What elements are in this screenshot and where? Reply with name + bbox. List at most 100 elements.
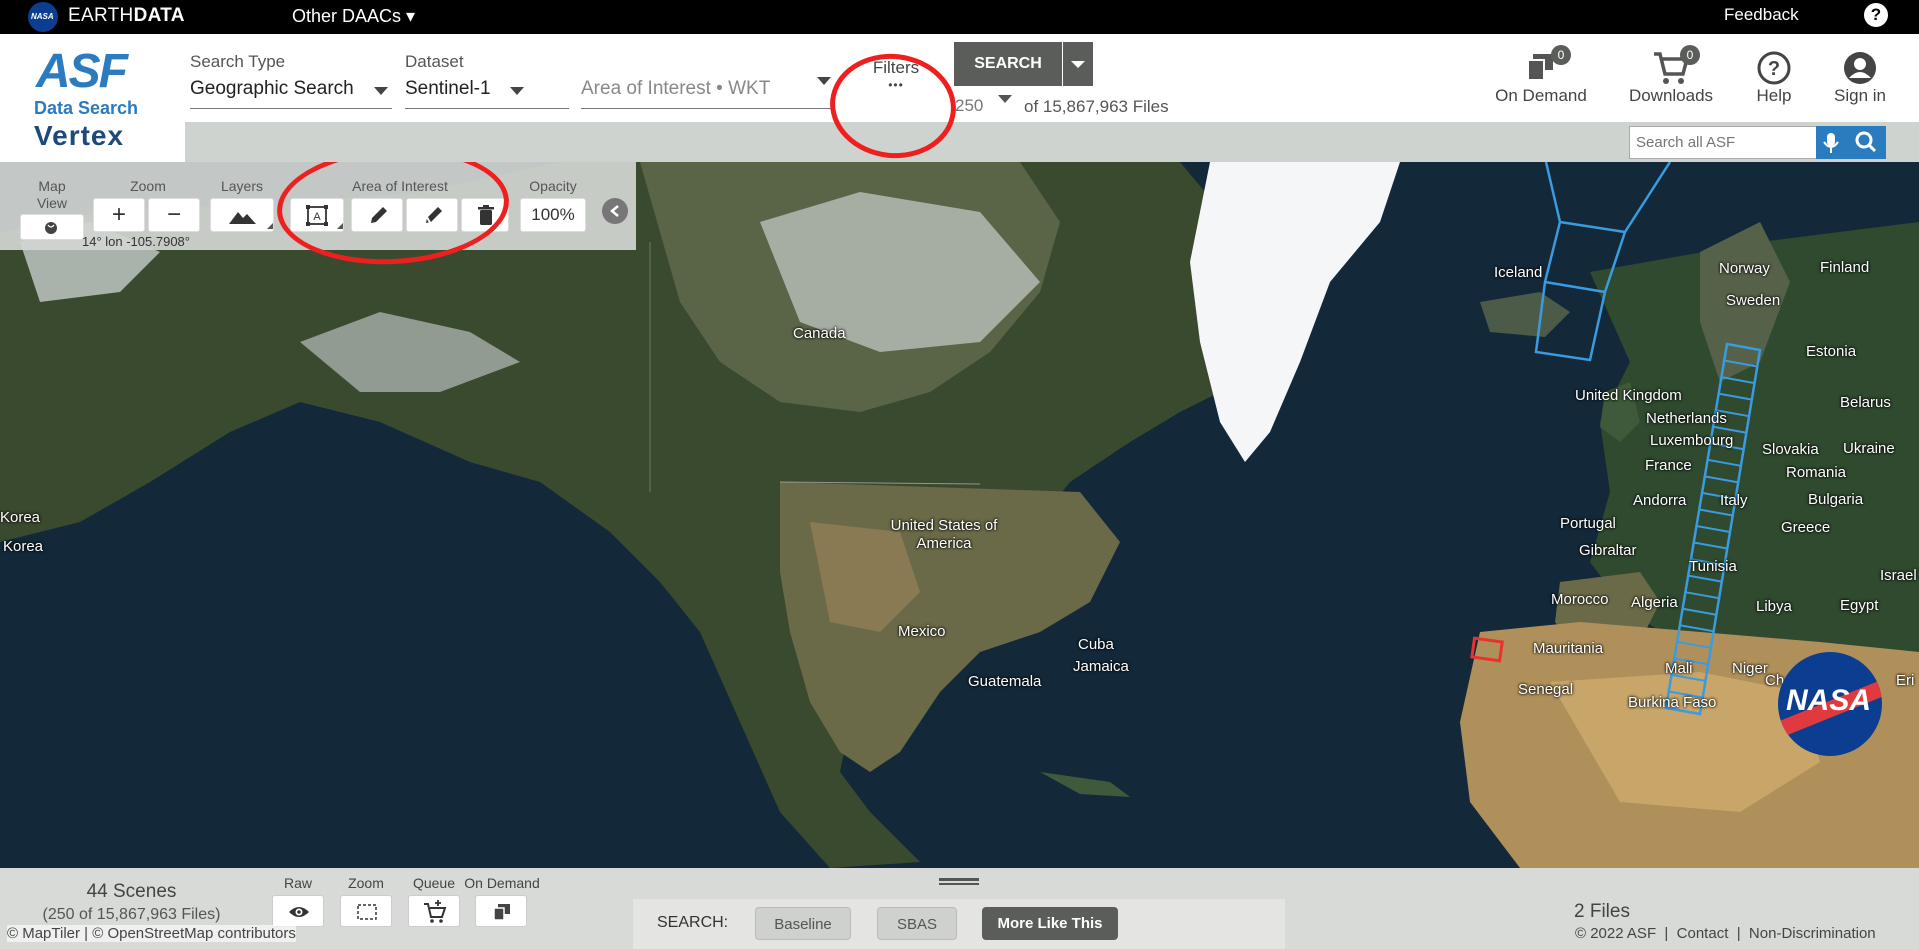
sign-in-label: Sign in <box>1834 86 1886 105</box>
footprint-strip-line <box>1707 458 1742 467</box>
asf-site-search-input[interactable] <box>1629 126 1817 159</box>
label-cuba: Cuba <box>1078 636 1114 653</box>
max-results-select[interactable]: 250 <box>955 96 983 116</box>
label-sweden: Sweden <box>1726 292 1781 309</box>
search-type-label: Search Type <box>190 52 286 71</box>
zoom-extent-icon[interactable] <box>340 895 392 927</box>
nasa-meatball-text: NASA <box>1786 684 1872 717</box>
footprint-strip-line <box>1693 541 1728 550</box>
label-libya: Libya <box>1756 598 1792 615</box>
map-canvas[interactable]: Canada United States of America Mexico C… <box>0 162 1919 868</box>
label-iceland: Iceland <box>1494 264 1543 281</box>
search-type-underline <box>190 108 392 109</box>
aoi-chevron-icon[interactable] <box>817 77 831 85</box>
layers-label: Layers <box>220 178 264 194</box>
label-romania: Romania <box>1786 464 1847 481</box>
max-results-chevron-icon[interactable] <box>998 95 1012 103</box>
on-demand-button[interactable]: 0 On Demand <box>1486 44 1596 106</box>
nasa-meatball-logo: NASA <box>1778 652 1882 756</box>
dataset-label: Dataset <box>405 52 464 71</box>
dataset-chevron-icon[interactable] <box>510 87 524 95</box>
mountains-icon[interactable] <box>210 198 274 232</box>
results-panel: 44 Scenes (250 of 15,867,963 Files) Raw … <box>0 868 1919 949</box>
add-to-cart-icon[interactable] <box>408 895 460 927</box>
downloads-label: Downloads <box>1628 86 1714 105</box>
search-actions-bar <box>633 899 1285 949</box>
earthdata-brand-bold: DATA <box>133 5 185 26</box>
label-usa: United States of America <box>890 517 998 552</box>
label-norway: Norway <box>1719 260 1770 277</box>
zoom-to-label: Zoom <box>348 875 384 891</box>
opacity-label: Opacity <box>529 178 577 194</box>
resize-handle-line <box>939 883 979 885</box>
vertex-text: Vertex <box>34 120 125 151</box>
search-options-button[interactable] <box>1063 42 1093 86</box>
scene-footprints[interactable] <box>0 162 1919 868</box>
label-mauritania: Mauritania <box>1533 640 1604 657</box>
footprint-iceland[interactable] <box>1534 162 1672 362</box>
label-egypt: Egypt <box>1840 597 1879 614</box>
footer-links[interactable]: © 2022 ASF | Contact | Non-Discriminatio… <box>1575 925 1876 942</box>
label-mali: Mali <box>1665 660 1693 677</box>
asf-vertex-logo[interactable]: ASF Data Search Vertex <box>30 44 180 154</box>
chevron-down-icon <box>1071 61 1085 68</box>
on-demand-badge: 0 <box>1551 45 1571 65</box>
downloads-badge: 0 <box>1680 45 1700 65</box>
microphone-icon[interactable] <box>1816 126 1846 159</box>
label-finland: Finland <box>1820 259 1870 276</box>
label-bulgaria: Bulgaria <box>1808 491 1864 508</box>
other-daacs-menu[interactable]: Other DAACs ▾ <box>292 6 415 27</box>
earthdata-brand[interactable]: EARTHDATA <box>68 5 185 27</box>
search-icon[interactable] <box>1846 126 1886 159</box>
eye-icon[interactable] <box>272 895 324 927</box>
collapse-arrow-icon[interactable] <box>602 198 628 224</box>
downloads-button[interactable]: 0 Downloads <box>1616 44 1726 106</box>
aoi-wkt-input[interactable]: Area of Interest • WKT <box>581 78 770 100</box>
zoom-label: Zoom <box>130 178 166 194</box>
label-gibraltar: Gibraltar <box>1579 542 1637 559</box>
opacity-select[interactable]: 100% <box>520 198 586 232</box>
label-belarus: Belarus <box>1840 394 1891 411</box>
selected-footprint[interactable] <box>1470 636 1504 663</box>
sign-in-button[interactable]: Sign in <box>1805 44 1915 106</box>
label-korea-south: Korea <box>3 538 44 555</box>
on-demand-queue-icon[interactable] <box>475 895 527 927</box>
feedback-link[interactable]: Feedback <box>1724 5 1799 25</box>
queue-label: Queue <box>412 875 456 891</box>
earthdata-brand-light: EARTH <box>68 5 134 26</box>
label-israel: Israel <box>1880 567 1917 584</box>
zoom-out-button[interactable]: − <box>148 198 200 232</box>
footprint-strip-line <box>1721 376 1755 385</box>
nasa-logo[interactable]: NASA <box>28 2 58 32</box>
zoom-in-button[interactable]: + <box>93 198 145 232</box>
file-count-text: of 15,867,963 Files <box>1024 97 1169 116</box>
label-tunisia: Tunisia <box>1689 558 1737 575</box>
label-niger: Niger <box>1732 660 1768 677</box>
dataset-select[interactable]: Sentinel-1 <box>405 78 491 100</box>
label-netherlands: Netherlands <box>1646 410 1727 427</box>
data-search-text: Data Search <box>34 98 139 118</box>
label-burkina-faso: Burkina Faso <box>1628 694 1717 711</box>
raw-label: Raw <box>283 875 312 891</box>
label-canada: Canada <box>793 325 846 342</box>
on-demand-bottom-label: On Demand <box>464 875 540 891</box>
search-type-select[interactable]: Geographic Search <box>190 78 354 100</box>
map-attribution[interactable]: © MapTiler | © OpenStreetMap contributor… <box>7 925 296 942</box>
sbas-button[interactable]: SBAS <box>877 907 957 940</box>
label-morocco: Morocco <box>1551 591 1609 608</box>
aoi-underline <box>581 108 831 109</box>
label-estonia: Estonia <box>1806 343 1857 360</box>
dataset-underline <box>405 108 569 109</box>
more-like-this-button[interactable]: More Like This <box>982 907 1118 940</box>
search-type-chevron-icon[interactable] <box>374 87 388 95</box>
label-guatemala: Guatemala <box>968 673 1042 690</box>
map-view-label: Map View <box>36 178 68 211</box>
search-button[interactable]: SEARCH <box>954 42 1062 86</box>
label-senegal: Senegal <box>1518 681 1574 698</box>
footprint-strip-line <box>1699 508 1733 517</box>
resize-handle[interactable] <box>939 878 979 881</box>
footprint-strip-line <box>1718 392 1752 401</box>
baseline-button[interactable]: Baseline <box>755 907 851 940</box>
help-circle-icon[interactable]: ? <box>1864 3 1888 27</box>
footprint-strip-line <box>1724 359 1758 368</box>
